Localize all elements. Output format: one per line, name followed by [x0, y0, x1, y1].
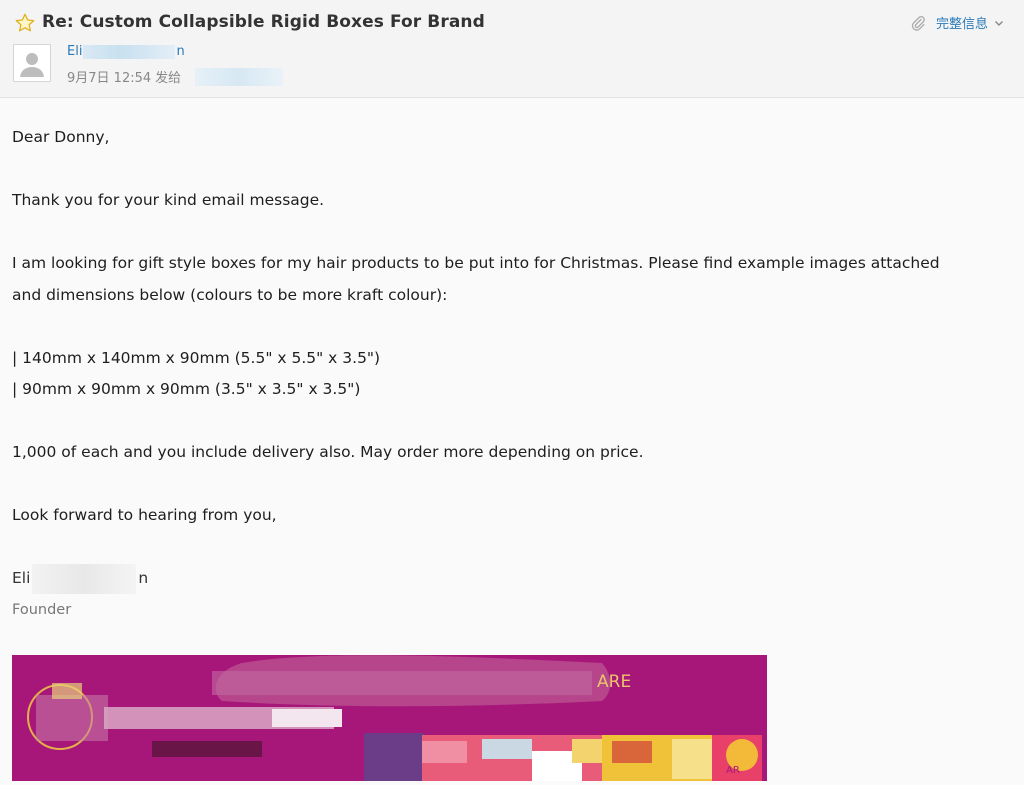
signature-title: Founder	[12, 601, 72, 618]
dimension-line: | 90mm x 90mm x 90mm (3.5" x 3.5" x 3.5"…	[12, 380, 361, 398]
signature-suffix: n	[138, 569, 149, 587]
signature-prefix: Eli	[12, 569, 31, 587]
signature-name: Eli n	[12, 563, 1002, 595]
avatar[interactable]	[13, 44, 51, 82]
redacted-block	[83, 44, 176, 59]
dimension-line: | 140mm x 140mm x 90mm (5.5" x 5.5" x 3.…	[12, 348, 381, 367]
email-body: Dear Donny, Thank you for your kind emai…	[12, 122, 1002, 626]
sender-name[interactable]: Eli n	[67, 44, 185, 59]
closing-line: Look forward to hearing from you,	[12, 506, 277, 524]
redacted-recipient	[195, 67, 284, 86]
body-line: and dimensions below (colours to be more…	[12, 285, 448, 304]
sender-name-suffix[interactable]: n	[176, 44, 184, 59]
avatar-placeholder-icon	[20, 53, 44, 77]
sent-to-label: 发给	[155, 71, 182, 86]
banner-graphic: ARE AR	[12, 655, 767, 781]
banner-text: ARE	[597, 672, 631, 692]
star-icon[interactable]	[14, 12, 36, 34]
email-date: 9月7日 12:54	[67, 71, 152, 86]
signature-banner-image: ARE AR	[12, 655, 767, 781]
banner-badge-text: AR	[726, 765, 740, 776]
body-line: I am looking for gift style boxes for my…	[12, 254, 940, 272]
email-meta: 9月7日 12:54 发给	[67, 67, 284, 86]
greeting: Dear Donny,	[12, 128, 110, 146]
body-line: 1,000 of each and you include delivery a…	[12, 443, 644, 461]
email-subject: Re: Custom Collapsible Rigid Boxes For B…	[42, 12, 485, 32]
email-header: Re: Custom Collapsible Rigid Boxes For B…	[0, 0, 1024, 98]
sender-name-prefix[interactable]: Eli	[67, 44, 82, 59]
full-info-label[interactable]: 完整信息	[936, 13, 988, 32]
chevron-down-icon[interactable]	[994, 18, 1004, 28]
paperclip-icon[interactable]	[910, 15, 926, 31]
body-line: Thank you for your kind email message.	[12, 191, 325, 209]
full-info-link[interactable]: 完整信息	[910, 13, 1004, 32]
redacted-block	[32, 563, 137, 594]
